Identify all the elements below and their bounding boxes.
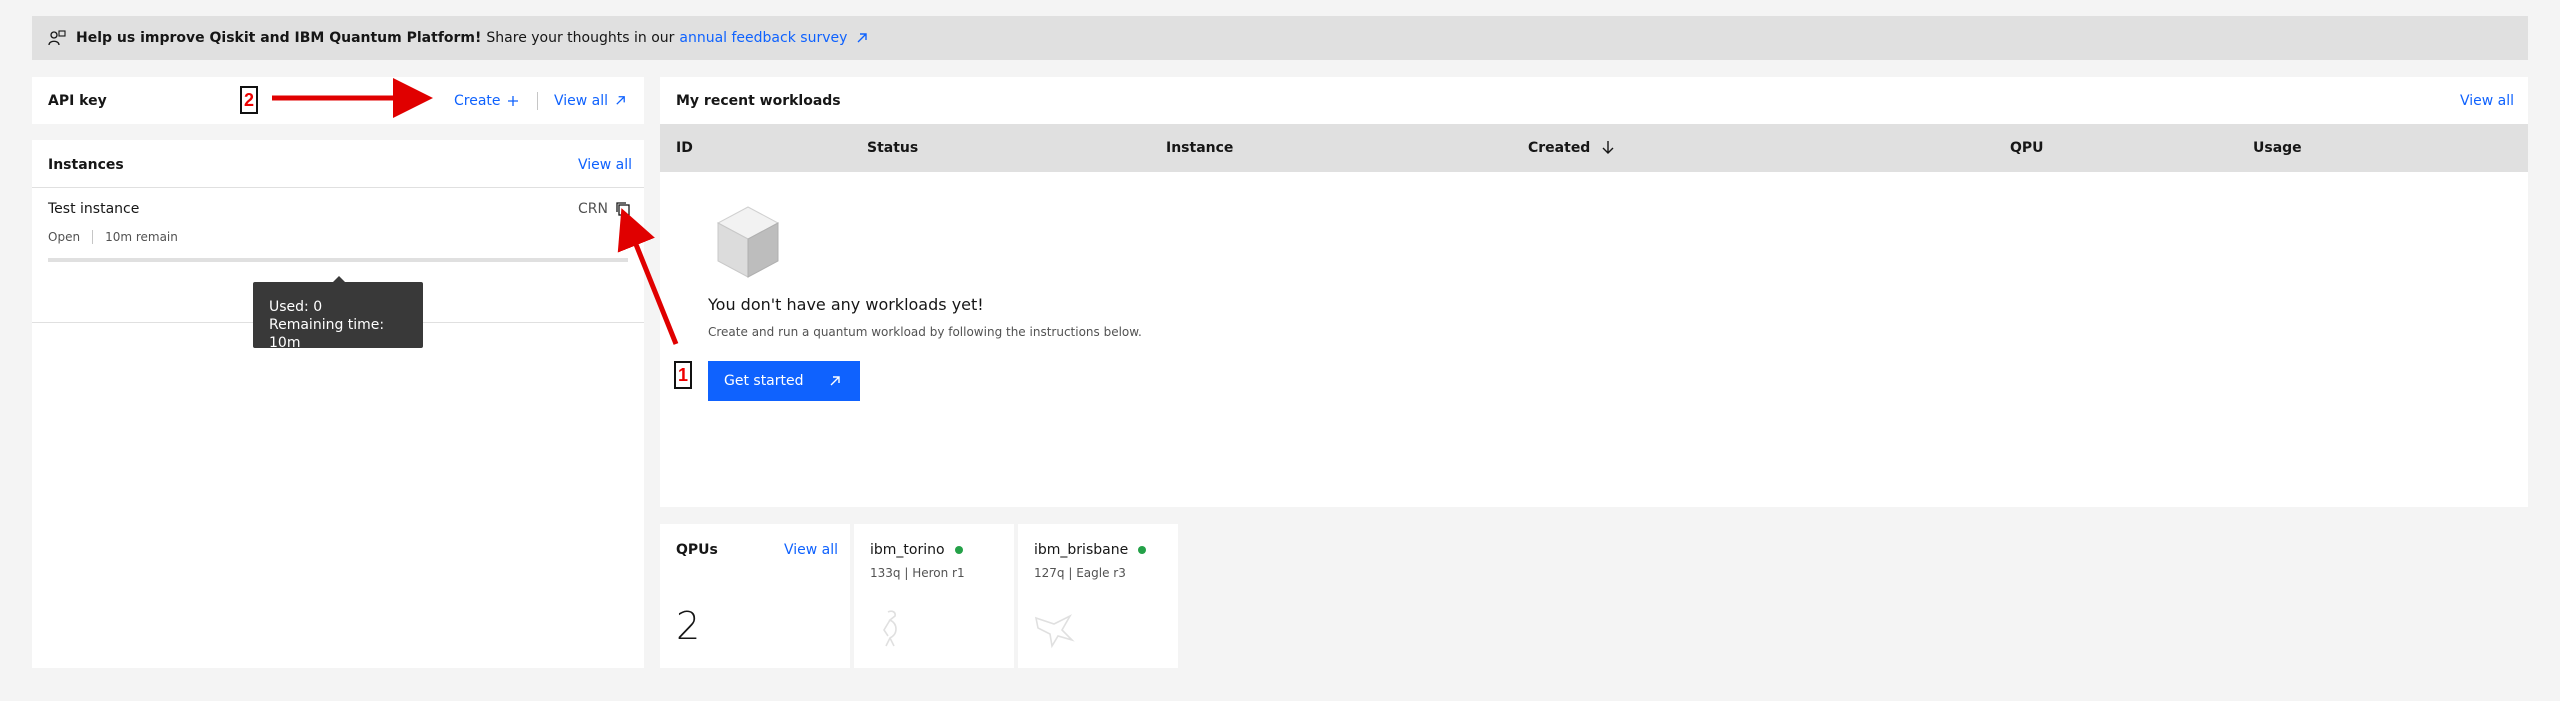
qpu-card-ibm-brisbane[interactable]: ibm_brisbane 127q | Eagle r3: [1018, 524, 1178, 668]
instances-card: Instances View all Test instance CRN Ope…: [32, 140, 644, 668]
status-online-dot: [1138, 546, 1147, 554]
create-api-key-link[interactable]: Create: [454, 93, 501, 109]
banner-bold-text: Help us improve Qiskit and IBM Quantum P…: [76, 30, 482, 46]
heron-icon: [883, 610, 897, 647]
api-key-title: API key: [48, 93, 107, 109]
column-header-id[interactable]: ID: [676, 140, 693, 156]
crn-label: CRN: [578, 201, 608, 217]
instance-meta: Open 10m remain: [48, 230, 178, 244]
instance-name: Test instance: [48, 201, 140, 217]
instance-remaining: 10m remain: [105, 230, 178, 244]
instance-status: Open: [48, 230, 81, 244]
qpu-card-ibm-torino[interactable]: ibm_torino 133q | Heron r1: [854, 524, 1014, 668]
eagle-icon: [1034, 614, 1075, 649]
column-header-created-label: Created: [1528, 140, 1591, 156]
qpus-view-all-link[interactable]: View all: [784, 542, 838, 558]
column-header-status[interactable]: Status: [867, 140, 918, 156]
divider: [537, 92, 538, 110]
feedback-banner: Help us improve Qiskit and IBM Quantum P…: [32, 16, 2528, 60]
qpu-count: 2: [676, 604, 701, 648]
qpu-name: ibm_torino: [870, 542, 963, 558]
feedback-survey-link[interactable]: annual feedback survey: [679, 30, 847, 46]
launch-icon[interactable]: [855, 31, 869, 45]
feedback-icon: [48, 30, 66, 46]
cube-icon: [716, 206, 780, 278]
workloads-title: My recent workloads: [676, 93, 841, 109]
recent-workloads-card: My recent workloads View all ID Status I…: [660, 77, 2528, 507]
launch-icon[interactable]: [614, 94, 627, 107]
column-header-created[interactable]: Created: [1528, 140, 1614, 156]
instances-view-all-link[interactable]: View all: [578, 157, 632, 173]
api-key-view-all-link[interactable]: View all: [554, 93, 608, 109]
arrow-down-icon[interactable]: [1602, 140, 1614, 154]
usage-tooltip: Used: 0 Remaining time: 10m: [253, 276, 423, 351]
qpu-name-label: ibm_brisbane: [1034, 542, 1129, 558]
usage-progress-bar[interactable]: [48, 258, 628, 262]
column-header-instance[interactable]: Instance: [1166, 140, 1233, 156]
qpu-name-label: ibm_torino: [870, 542, 945, 558]
qpu-name: ibm_brisbane: [1034, 542, 1147, 558]
workloads-table-header: ID Status Instance Created QPU Usage: [660, 124, 2528, 172]
instances-title: Instances: [48, 157, 124, 173]
banner-text: Share your thoughts in our: [486, 30, 675, 46]
qpus-card: QPUs View all 2: [660, 524, 850, 668]
copy-icon[interactable]: [614, 200, 632, 218]
annotation-badge-1: 1: [674, 361, 692, 389]
empty-state-description: Create and run a quantum workload by fol…: [708, 325, 1142, 339]
get-started-button[interactable]: Get started: [708, 361, 860, 401]
plus-icon[interactable]: [507, 95, 519, 107]
annotation-badge-2: 2: [240, 86, 258, 114]
workloads-view-all-link[interactable]: View all: [2460, 93, 2514, 109]
column-header-usage[interactable]: Usage: [2253, 140, 2302, 156]
tooltip-used: Used: 0: [269, 299, 323, 315]
api-key-card: API key Create View all: [32, 77, 644, 124]
get-started-label: Get started: [724, 373, 804, 389]
divider: [92, 230, 94, 244]
empty-state-title: You don't have any workloads yet!: [708, 295, 984, 314]
launch-icon: [830, 376, 840, 386]
column-header-qpu[interactable]: QPU: [2010, 140, 2044, 156]
qpus-title: QPUs: [676, 542, 718, 558]
tooltip-remaining: Remaining time: 10m: [269, 317, 385, 351]
qpu-spec: 133q | Heron r1: [870, 566, 965, 580]
qpu-spec: 127q | Eagle r3: [1034, 566, 1126, 580]
status-online-dot: [954, 546, 963, 554]
